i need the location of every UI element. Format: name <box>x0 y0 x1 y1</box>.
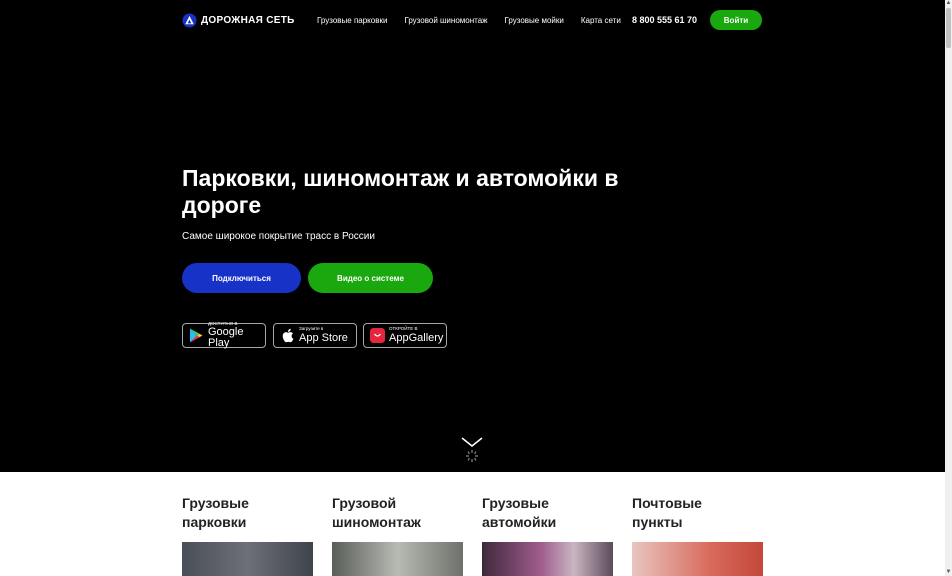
service-title-tire: Грузовой шиномонтаж <box>332 494 463 532</box>
scroll-down-arrow-icon[interactable]: ▼ <box>945 568 952 576</box>
service-title-line: Грузовые <box>482 495 549 511</box>
scroll-down-icon[interactable] <box>460 434 484 466</box>
hero-title: Парковки, шиномонтаж и автомойки в дорог… <box>182 165 619 218</box>
nav-truck-parking[interactable]: Грузовые парковки <box>317 16 387 25</box>
service-image-tire <box>332 542 463 576</box>
service-title-line: автомойки <box>482 514 557 530</box>
service-title-line: Грузовые <box>182 495 249 511</box>
phone-number[interactable]: 8 800 555 61 70 <box>632 15 697 25</box>
huawei-icon <box>369 328 385 344</box>
nav-network-map[interactable]: Карта сети <box>581 16 621 25</box>
main-nav: Грузовые парковки Грузовой шиномонтаж Гр… <box>317 16 621 25</box>
nav-truck-tire-service[interactable]: Грузовой шиномонтаж <box>404 16 487 25</box>
appgallery-badge[interactable]: ОТКРОЙТЕ В AppGallery <box>363 323 447 348</box>
service-card-wash[interactable]: Грузовые автомойки <box>482 494 613 576</box>
apple-icon <box>279 328 295 344</box>
service-card-parking[interactable]: Грузовые парковки <box>182 494 313 576</box>
service-title-line: Почтовые <box>632 495 702 511</box>
logo-icon <box>182 12 197 28</box>
google-play-big-text: Google Play <box>208 326 244 350</box>
login-button[interactable]: Войти <box>710 10 762 30</box>
logo-text: ДОРОЖНАЯ СЕТЬ <box>201 14 295 26</box>
service-image-parking <box>182 542 313 576</box>
service-title-line: парковки <box>182 514 247 530</box>
service-image-wash <box>482 542 613 576</box>
google-play-icon <box>188 328 204 344</box>
service-card-post[interactable]: Почтовые пункты <box>632 494 763 576</box>
service-title-line: пункты <box>632 514 683 530</box>
service-card-tire[interactable]: Грузовой шиномонтаж <box>332 494 463 576</box>
service-title-line: шиномонтаж <box>332 514 421 530</box>
service-title-post: Почтовые пункты <box>632 494 763 532</box>
logo[interactable]: ДОРОЖНАЯ СЕТЬ <box>182 12 295 28</box>
scrollbar-thumb[interactable] <box>946 8 951 48</box>
service-image-post <box>632 542 763 576</box>
hero-subtitle: Самое широкое покрытие трасс в России <box>182 231 375 242</box>
video-button[interactable]: Видео о системе <box>308 263 433 293</box>
google-play-badge[interactable]: ДОСТУПНО В Google Play <box>182 321 266 350</box>
scroll-up-arrow-icon[interactable]: ▲ <box>945 0 952 7</box>
hero-section <box>0 0 945 472</box>
app-store-big-text: App Store <box>299 331 348 344</box>
service-title-wash: Грузовые автомойки <box>482 494 613 532</box>
connect-button[interactable]: Подключиться <box>182 263 301 293</box>
service-title-parking: Грузовые парковки <box>182 494 313 532</box>
appgallery-big-text: AppGallery <box>389 331 444 344</box>
app-store-badge[interactable]: Загрузите в App Store <box>273 323 357 348</box>
nav-truck-wash[interactable]: Грузовые мойки <box>505 16 564 25</box>
scrollbar-track[interactable] <box>945 0 952 576</box>
service-title-line: Грузовой <box>332 495 397 511</box>
